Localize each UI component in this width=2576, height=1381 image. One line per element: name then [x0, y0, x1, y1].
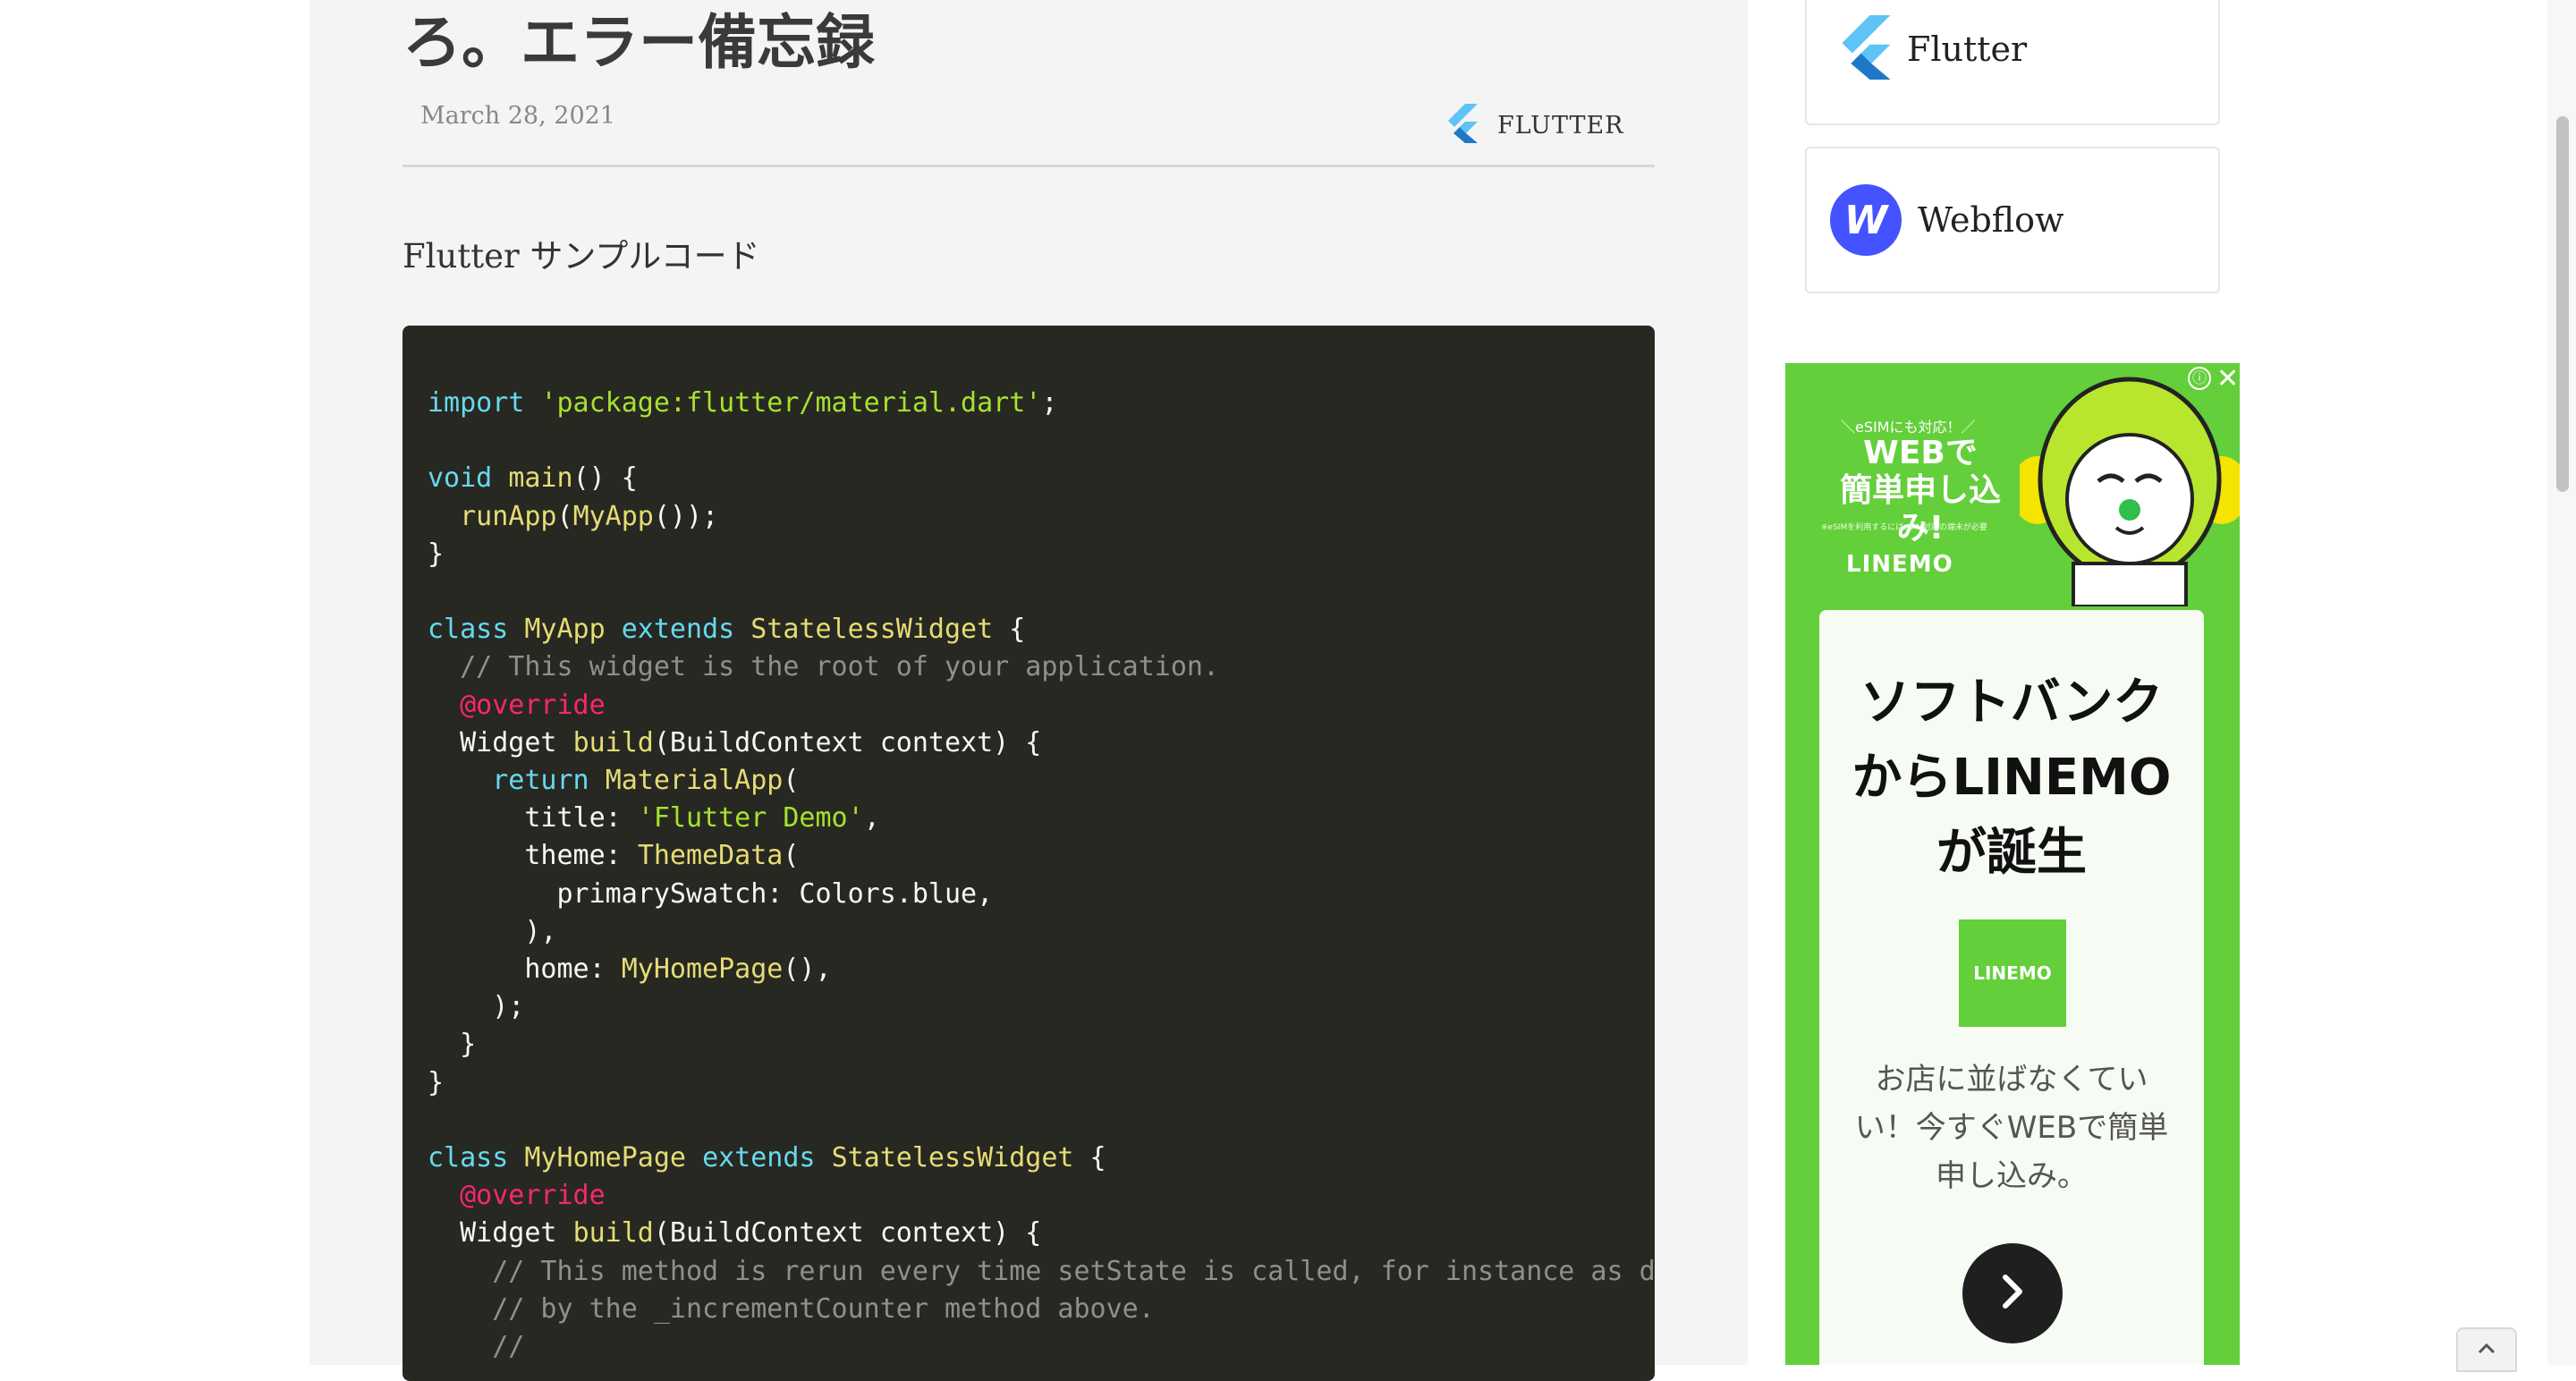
ad-panel: ソフトバンクからLINEMOが誕生 LINEMO お店に並ばなくていい！今すぐW…: [1819, 610, 2204, 1365]
intro-text: Flutter サンプルコード: [402, 237, 760, 275]
back-to-top-button[interactable]: [2456, 1327, 2517, 1372]
ad-close-icon[interactable]: ✕: [2216, 363, 2239, 394]
ad-brand: LINEMO: [1846, 551, 1953, 578]
post-date: March 28, 2021: [420, 102, 615, 130]
ad-body-text: お店に並ばなくていい！今すぐWEBで簡単申し込み。: [1854, 1062, 2169, 1194]
flutter-icon: [1445, 104, 1478, 147]
ad-kicker: ＼eSIMにも対応！／: [1841, 419, 1976, 436]
mascot-icon: [2020, 377, 2240, 606]
ad-banner-top: ＼eSIMにも対応！／ WEBで 簡単申し込み! ※eSIMを利用するにはeSI…: [1785, 363, 2240, 606]
scrollbar-thumb[interactable]: [2556, 116, 2569, 492]
ad-next-button[interactable]: [1962, 1243, 2063, 1343]
advertisement[interactable]: ＼eSIMにも対応！／ WEBで 簡単申し込み! ※eSIMを利用するにはeSI…: [1785, 363, 2240, 1365]
divider: [402, 165, 1655, 167]
flutter-icon: [1837, 15, 1891, 83]
sidebar-item-flutter[interactable]: Flutter: [1805, 0, 2220, 125]
linemo-logo: LINEMO: [1959, 919, 2066, 1027]
sidebar-item-label: Webflow: [1918, 200, 2064, 240]
page-title: ろ。エラー備忘録: [402, 8, 875, 77]
sidebar-item-webflow[interactable]: W Webflow: [1805, 147, 2220, 293]
code-block: import 'package:flutter/material.dart'; …: [402, 326, 1655, 1381]
category-link[interactable]: FLUTTER: [1445, 104, 1624, 147]
category-label: FLUTTER: [1497, 111, 1624, 140]
chevron-right-icon: [1993, 1272, 2032, 1315]
ad-top-headline-2: 簡単申し込み!: [1839, 472, 2001, 546]
ad-info-icon[interactable]: ⓘ: [2188, 367, 2211, 390]
webflow-icon: W: [1830, 184, 1902, 256]
sidebar-item-label: Flutter: [1907, 30, 2028, 69]
chevron-up-icon: [2477, 1342, 2496, 1359]
ad-top-headline-1: WEBで: [1863, 435, 1978, 471]
code-content: import 'package:flutter/material.dart'; …: [428, 387, 1655, 1363]
ad-headline: ソフトバンクからLINEMOが誕生: [1852, 674, 2172, 882]
ad-fine-print: ※eSIMを利用するにはeSIM対応の端末が必要: [1821, 523, 1987, 532]
